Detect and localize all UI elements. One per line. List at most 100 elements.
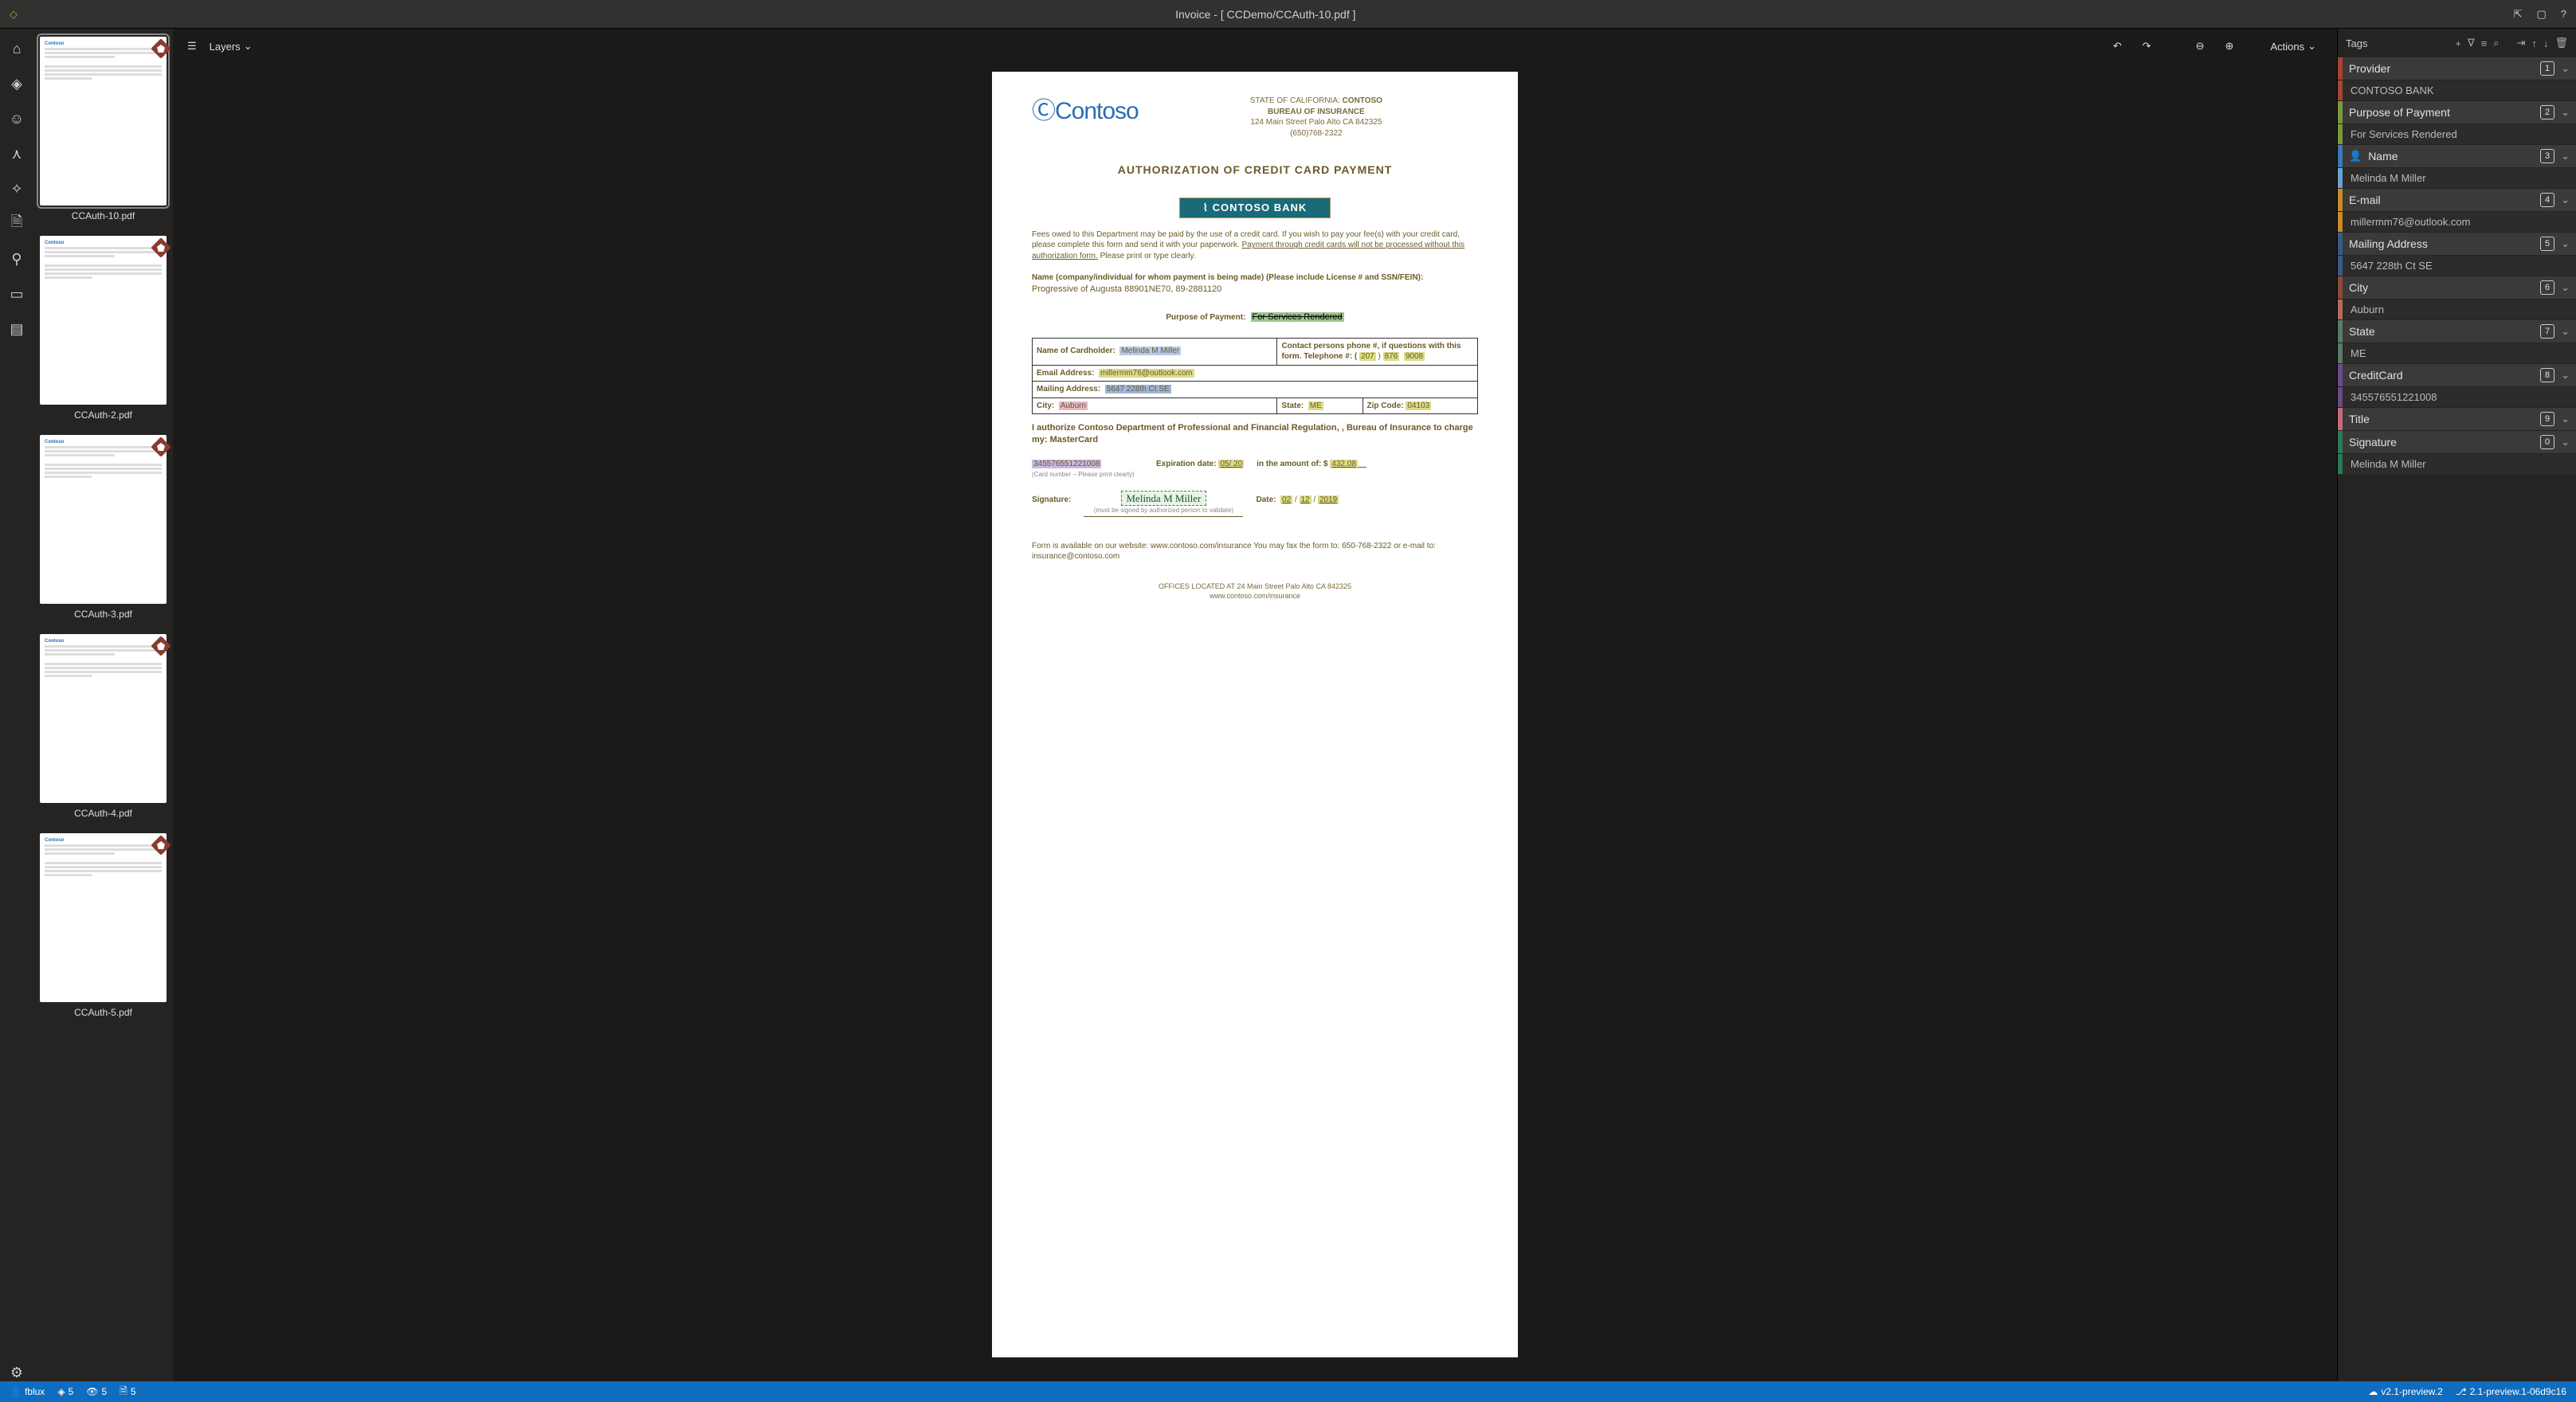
tag-name: State (2349, 325, 2534, 338)
tags-panel: Tags + ∇ ≡ ⌕ ⇥ ↑ ↓ 🗑 Provider1⌄CONTOSO B… (2337, 29, 2576, 1381)
chevron-down-icon[interactable]: ⌄ (2561, 62, 2570, 75)
chevron-down-icon[interactable]: ⌄ (2561, 325, 2570, 338)
tag-number: 0 (2540, 435, 2554, 449)
signature-row: Signature: Melinda M Miller (must be sig… (1032, 491, 1478, 517)
thumb-name: CCAuth-5.pdf (40, 1007, 167, 1018)
thumbnail-3[interactable]: ContosoCCAuth-4.pdf (40, 634, 167, 819)
card-row: 345576551221008 (Card number – Please pr… (1032, 459, 1478, 480)
tag-number: 7 (2540, 324, 2554, 339)
share-icon[interactable]: ⇱ (2514, 8, 2523, 21)
contoso-logo: ⒸContoso (1032, 96, 1139, 128)
doc-title: AUTHORIZATION OF CREDIT CARD PAYMENT (1032, 163, 1478, 178)
monkey-icon[interactable]: ☺ (8, 110, 25, 127)
layers-dropdown[interactable]: Layers ⌄ (203, 37, 259, 56)
statusbar: 👤 fblux ◈ 5 👁 5 🗎 5 ☁ v2.1-preview.2 ⎇ 2… (0, 1381, 2576, 1402)
tag-number: 4 (2540, 193, 2554, 207)
help-icon[interactable]: ? (2561, 8, 2566, 21)
tag-icon[interactable]: ◈ (8, 75, 25, 92)
tag-name: Provider (2349, 62, 2534, 75)
list-icon[interactable]: ≡ (2481, 37, 2488, 49)
auth-text: I authorize Contoso Department of Profes… (1032, 422, 1478, 446)
tag-name: City (2349, 281, 2534, 294)
down-icon[interactable]: ↓ (2543, 37, 2549, 49)
redo-icon[interactable]: ↷ (2136, 37, 2158, 56)
undo-icon[interactable]: ↶ (2107, 37, 2128, 56)
settings-icon[interactable]: ⚙ (8, 1364, 25, 1381)
footer-text: Form is available on our website: www.co… (1032, 541, 1478, 562)
tag-value: Melinda M Miller (2338, 168, 2576, 188)
status-viewcount: 👁 5 (86, 1386, 107, 1397)
chevron-down-icon[interactable]: ⌄ (2561, 369, 2570, 382)
tag-value: CONTOSO BANK (2338, 80, 2576, 100)
chevron-down-icon[interactable]: ⌄ (2561, 237, 2570, 250)
chevron-down-icon[interactable]: ⌄ (2561, 150, 2570, 163)
name-label: Name (company/individual for whom paymen… (1032, 272, 1478, 284)
status-user: 👤 fblux (10, 1386, 45, 1397)
purpose-value: For Services Rendered (1251, 312, 1344, 322)
tags-title: Tags (2346, 37, 2449, 49)
toolbar: ☰ Layers ⌄ ↶ ↷ ⊖ ⊕ Actions ⌄ (173, 29, 2337, 64)
filter-icon[interactable]: ∇ (2468, 37, 2475, 49)
id-icon[interactable]: ▭ (8, 285, 25, 303)
up-icon[interactable]: ↑ (2531, 37, 2537, 49)
tag-value: 345576551221008 (2338, 387, 2576, 407)
tag-name: Mailing Address (2349, 237, 2534, 250)
doc-icon[interactable]: 🗎 (8, 215, 25, 233)
chevron-down-icon[interactable]: ⌄ (2561, 413, 2570, 425)
tag-value: For Services Rendered (2338, 124, 2576, 144)
thumbnail-2[interactable]: ContosoCCAuth-3.pdf (40, 435, 167, 620)
chevron-down-icon[interactable]: ⌄ (2561, 436, 2570, 448)
thumbnail-0[interactable]: ContosoCCAuth-10.pdf (40, 37, 167, 221)
user-icon: 👤 (2349, 150, 2362, 163)
tag-e-mail[interactable]: E-mail4⌄ (2338, 189, 2576, 211)
tag-title[interactable]: Title9⌄ (2338, 408, 2576, 430)
purpose-label: Purpose of Payment: (1166, 313, 1245, 322)
add-tag-icon[interactable]: + (2455, 37, 2461, 49)
actions-dropdown[interactable]: Actions ⌄ (2264, 37, 2323, 56)
home-icon[interactable]: ⌂ (8, 40, 25, 57)
thumbnail-4[interactable]: ContosoCCAuth-5.pdf (40, 833, 167, 1018)
tag-provider[interactable]: Provider1⌄ (2338, 57, 2576, 80)
tag-number: 5 (2540, 237, 2554, 251)
zoom-out-icon[interactable]: ⊖ (2190, 37, 2211, 56)
thumbnail-1[interactable]: ContosoCCAuth-2.pdf (40, 236, 167, 421)
tag-value: Melinda M Miller (2338, 454, 2576, 474)
tag-creditcard[interactable]: CreditCard8⌄ (2338, 364, 2576, 386)
document-page: ⒸContoso STATE OF CALIFORNIA: CONTOSO BU… (992, 72, 1518, 1357)
delete-icon[interactable]: 🗑 (2554, 37, 2568, 49)
status-version1: ☁ v2.1-preview.2 (2368, 1386, 2442, 1397)
icon-rail: ⌂ ◈ ☺ ⋏ ✧ 🗎 ⚲ ▭ ▤ ⚙ (0, 29, 33, 1381)
tag-city[interactable]: City6⌄ (2338, 276, 2576, 299)
chevron-down-icon[interactable]: ⌄ (2561, 281, 2570, 294)
tag-purpose-of-payment[interactable]: Purpose of Payment2⌄ (2338, 101, 2576, 123)
search-icon[interactable]: ⌕ (2493, 37, 2499, 49)
indent-icon[interactable]: ⇥ (2517, 37, 2526, 49)
panel-icon[interactable]: ▢ (2536, 8, 2546, 21)
tag-mailing-address[interactable]: Mailing Address 5 ⌄ (2338, 233, 2576, 255)
plug-icon[interactable]: ⚲ (8, 250, 25, 268)
tag-name: Name (2368, 150, 2534, 163)
zoom-in-icon[interactable]: ⊕ (2219, 37, 2241, 56)
thumb-name: CCAuth-2.pdf (40, 409, 167, 421)
tag-name[interactable]: 👤 Name3⌄ (2338, 145, 2576, 167)
tag-value: millermm76@outlook.com (2338, 212, 2576, 232)
merge-icon[interactable]: ⋏ (8, 145, 25, 163)
thumb-name: CCAuth-4.pdf (40, 808, 167, 819)
tag-signature[interactable]: Signature 0 ⌄ (2338, 431, 2576, 453)
tag-state[interactable]: State 7 ⌄ (2338, 320, 2576, 343)
chevron-down-icon[interactable]: ⌄ (2561, 106, 2570, 119)
tag-name: Purpose of Payment (2349, 106, 2534, 119)
fees-text: Fees owed to this Department may be paid… (1032, 229, 1478, 262)
form-icon[interactable]: ▤ (8, 320, 25, 338)
thumbnail-panel: ContosoCCAuth-10.pdfContosoCCAuth-2.pdfC… (33, 29, 173, 1381)
bulb-icon[interactable]: ✧ (8, 180, 25, 198)
chevron-down-icon[interactable]: ⌄ (2561, 194, 2570, 206)
document-viewer[interactable]: ⒸContoso STATE OF CALIFORNIA: CONTOSO BU… (173, 64, 2337, 1381)
bank-logo: ⌇ CONTOSO BANK (1179, 198, 1331, 218)
chevron-down-icon: ⌄ (2307, 40, 2316, 53)
tag-name: Signature (2349, 436, 2534, 448)
tag-value: 5647 228th Ct SE (2338, 256, 2576, 276)
status-version2: ⎇ 2.1-preview.1-06d9c16 (2456, 1386, 2566, 1397)
header-text: STATE OF CALIFORNIA: CONTOSO BUREAU OF I… (1155, 96, 1478, 139)
thumb-name: CCAuth-3.pdf (40, 609, 167, 620)
